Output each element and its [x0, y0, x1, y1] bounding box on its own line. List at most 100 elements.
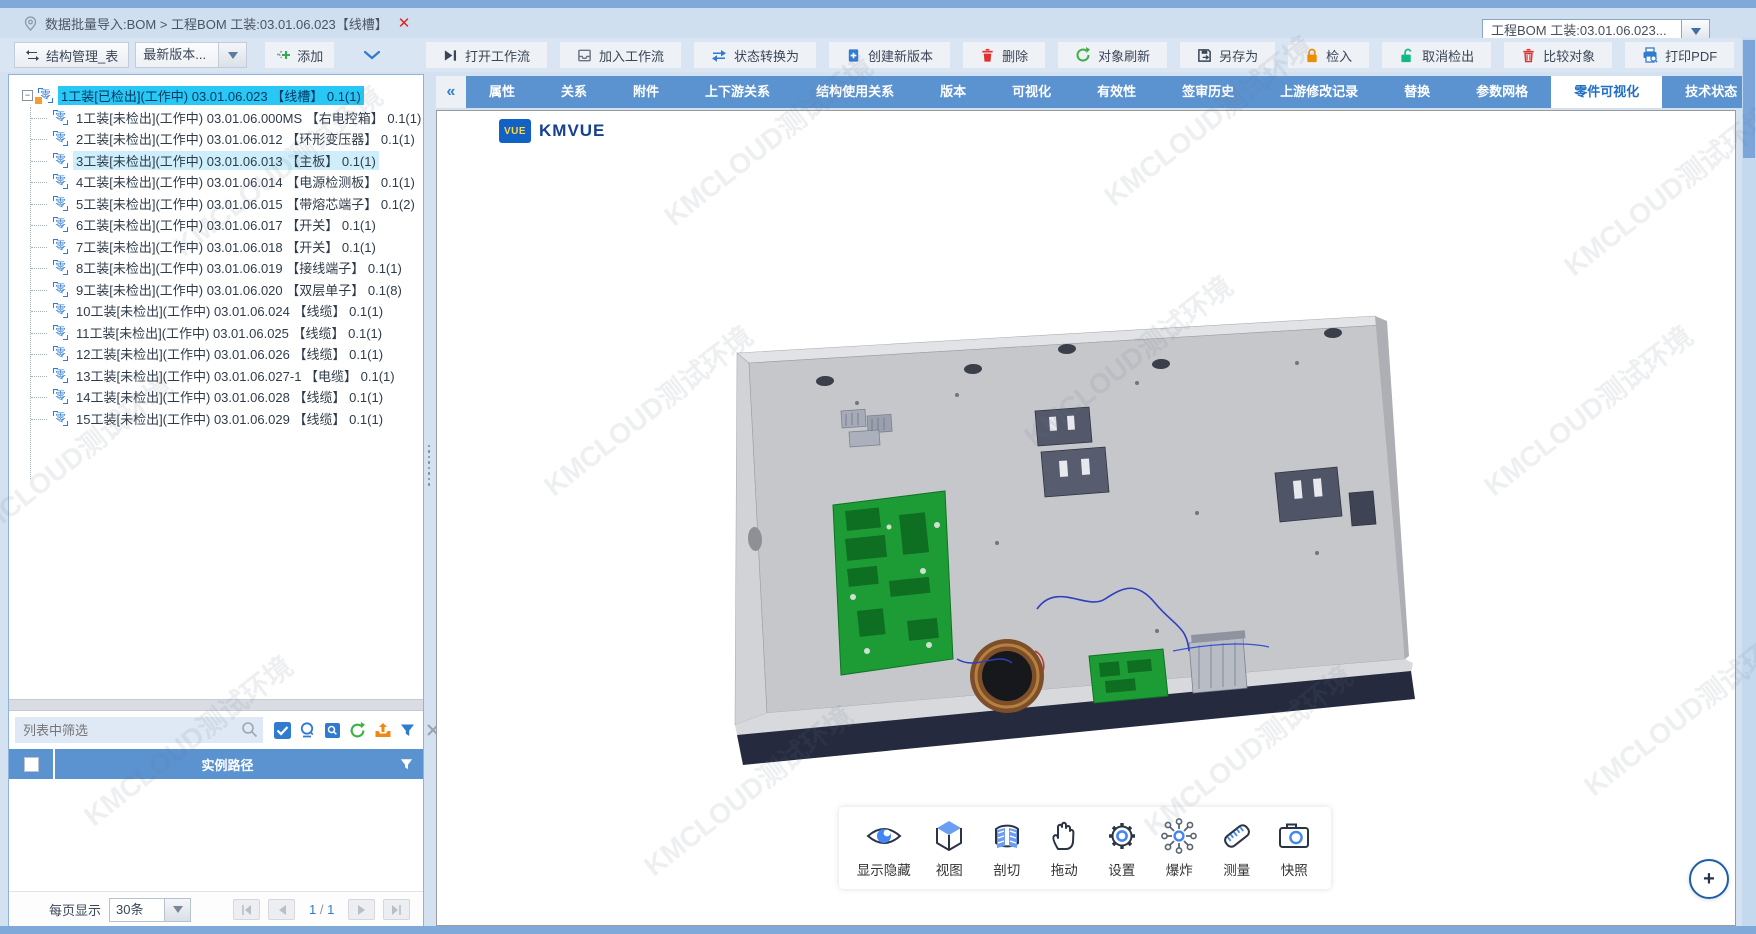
tree-row[interactable]: 零4工装[未检出](工作中) 03.01.06.014 【电源检测板】 0.1(… — [9, 171, 423, 193]
open-workflow-button[interactable]: 打开工作流 — [426, 42, 547, 68]
tree-row[interactable]: 零14工装[未检出](工作中) 03.01.06.028 【线缆】 0.1(1) — [9, 386, 423, 408]
show-hide-tool[interactable]: 显示隐藏 — [857, 817, 911, 879]
tab-versions[interactable]: 版本 — [917, 76, 989, 108]
per-page-select[interactable]: 30条 — [109, 898, 165, 922]
check-in-button[interactable]: 检入 — [1288, 42, 1369, 68]
compare-icon — [1521, 48, 1536, 63]
settings-tool[interactable]: 设置 — [1103, 817, 1141, 879]
3d-model-enclosure[interactable] — [437, 111, 1735, 925]
cancel-checkout-button[interactable]: 取消检出 — [1382, 42, 1491, 68]
tree-row[interactable]: 零6工装[未检出](工作中) 03.01.06.017 【开关】 0.1(1) — [9, 214, 423, 236]
detail-tab-bar: « 属性 关系 附件 上下游关系 结构使用关系 版本 可视化 有效性 签审历史 … — [436, 76, 1742, 108]
tree-row[interactable]: 零7工装[未检出](工作中) 03.01.06.018 【开关】 0.1(1) — [9, 236, 423, 258]
tree-row[interactable]: 零3工装[未检出](工作中) 03.01.06.013 【主板】 0.1(1) — [9, 150, 423, 172]
tree-row[interactable]: 零9工装[未检出](工作中) 03.01.06.020 【双层单子】 0.1(8… — [9, 279, 423, 301]
tree-row[interactable]: 零5工装[未检出](工作中) 03.01.06.015 【带熔芯端子】 0.1(… — [9, 193, 423, 215]
breadcrumb-close-icon[interactable]: ✕ — [398, 14, 411, 32]
tab-upstream-changes[interactable]: 上游修改记录 — [1257, 76, 1381, 108]
tree-expander-icon[interactable]: − — [22, 90, 33, 101]
tree-row[interactable]: 零8工装[未检出](工作中) 03.01.06.019 【接线端子】 0.1(1… — [9, 257, 423, 279]
per-page-label: 每页显示 — [49, 900, 101, 919]
part-icon: 零 — [53, 153, 68, 168]
search-list-icon[interactable] — [298, 721, 317, 740]
column-filter-icon[interactable] — [400, 758, 413, 771]
tab-attributes[interactable]: 属性 — [466, 76, 538, 108]
refresh-object-button[interactable]: 对象刷新 — [1058, 42, 1167, 68]
section-tool[interactable]: 剖切 — [988, 817, 1026, 879]
tab-structure-usage[interactable]: 结构使用关系 — [793, 76, 917, 108]
first-page-button[interactable] — [233, 899, 260, 920]
part-icon: 零 — [38, 88, 53, 103]
tree-row[interactable]: 零10工装[未检出](工作中) 03.01.06.024 【线缆】 0.1(1) — [9, 300, 423, 322]
print-pdf-icon — [1642, 47, 1658, 63]
tab-part-visualization[interactable]: 零件可视化 — [1551, 76, 1662, 108]
gear-icon — [1103, 817, 1141, 855]
zoom-in-button[interactable]: + — [1689, 859, 1729, 899]
print-pdf-button[interactable]: 打印PDF — [1625, 42, 1734, 68]
save-as-button[interactable]: 另存为 — [1180, 42, 1275, 68]
tab-effectivity[interactable]: 有效性 — [1074, 76, 1159, 108]
tab-replace[interactable]: 替换 — [1381, 76, 1453, 108]
panel-divider — [9, 699, 423, 711]
hand-icon — [1045, 817, 1083, 855]
per-page-dropdown-button[interactable] — [165, 898, 191, 922]
search-in-doc-icon[interactable] — [323, 721, 342, 740]
tree-row[interactable]: 零12工装[未检出](工作中) 03.01.06.026 【线缆】 0.1(1) — [9, 343, 423, 365]
tree-row[interactable]: 零1工装[未检出](工作中) 03.01.06.000MS 【右电控箱】 0.1… — [9, 107, 423, 129]
tab-attachments[interactable]: 附件 — [610, 76, 682, 108]
add-button[interactable]: 添加 — [265, 42, 334, 68]
view-tool[interactable]: 视图 — [930, 817, 968, 879]
part-icon: 零 — [53, 303, 68, 318]
prev-page-button[interactable] — [268, 899, 295, 920]
export-icon[interactable] — [373, 721, 392, 740]
tab-approval-history[interactable]: 签审历史 — [1159, 76, 1257, 108]
drag-tool[interactable]: 拖动 — [1045, 817, 1083, 879]
column-header-instance-path[interactable]: 实例路径 — [55, 755, 400, 774]
open-workflow-icon — [443, 48, 458, 63]
tab-relations[interactable]: 关系 — [538, 76, 610, 108]
scrollbar-thumb[interactable] — [1743, 40, 1755, 158]
join-workflow-button[interactable]: 加入工作流 — [560, 42, 681, 68]
cube-icon — [930, 817, 968, 855]
delete-button[interactable]: 删除 — [963, 42, 1045, 68]
main-toolbar: 打开工作流 加入工作流 状态转换为 创建新版本 删除 对象刷新 另存为 检入 — [426, 42, 1756, 68]
tree-row[interactable]: 零2工装[未检出](工作中) 03.01.06.012 【环形变压器】 0.1(… — [9, 128, 423, 150]
bom-tree: − 零 1工装[已检出](工作中) 03.01.06.023 【线槽】 0.1(… — [9, 75, 423, 699]
panel-toolbar: 结构管理_表 最新版本... 添加 — [0, 42, 426, 68]
camera-icon — [1275, 817, 1313, 855]
next-page-button[interactable] — [348, 899, 375, 920]
version-selector[interactable]: 最新版本... — [135, 42, 219, 68]
tab-up-downstream[interactable]: 上下游关系 — [682, 76, 793, 108]
tabs-collapse-icon[interactable]: « — [436, 83, 466, 101]
filter-icon[interactable] — [398, 721, 417, 740]
refresh-icon — [1075, 47, 1091, 63]
explode-tool[interactable]: 爆炸 — [1160, 817, 1198, 879]
lock-open-icon — [1399, 48, 1415, 63]
window-bottom-strip — [0, 926, 1756, 934]
part-icon: 零 — [53, 174, 68, 189]
tree-row[interactable]: 零13工装[未检出](工作中) 03.01.06.027-1 【电缆】 0.1(… — [9, 365, 423, 387]
compare-objects-button[interactable]: 比较对象 — [1504, 42, 1612, 68]
refresh-list-icon[interactable] — [348, 721, 367, 740]
result-table-header: 实例路径 — [9, 749, 423, 779]
structure-table-button[interactable]: 结构管理_表 — [14, 42, 129, 68]
eye-icon — [865, 817, 903, 855]
part-icon: 零 — [53, 260, 68, 275]
snapshot-tool[interactable]: 快照 — [1275, 817, 1313, 879]
create-new-version-button[interactable]: 创建新版本 — [829, 42, 950, 68]
panel-more-chevron-icon[interactable] — [364, 51, 380, 60]
status-transition-button[interactable]: 状态转换为 — [694, 42, 816, 68]
tab-parameter-grid[interactable]: 参数网格 — [1453, 76, 1551, 108]
version-dropdown-button[interactable] — [219, 42, 247, 68]
tree-row-root[interactable]: − 零 1工装[已检出](工作中) 03.01.06.023 【线槽】 0.1(… — [9, 85, 423, 107]
tree-row[interactable]: 零11工装[未检出](工作中) 03.01.06.025 【线缆】 0.1(1) — [9, 322, 423, 344]
vertical-scrollbar[interactable] — [1742, 38, 1756, 926]
measure-tool[interactable]: 测量 — [1218, 817, 1256, 879]
last-page-button[interactable] — [383, 899, 410, 920]
list-filter-input[interactable] — [15, 717, 263, 743]
select-all-checkbox[interactable] — [273, 721, 292, 740]
tree-row[interactable]: 零15工装[未检出](工作中) 03.01.06.029 【线缆】 0.1(1) — [9, 408, 423, 430]
tab-visualization[interactable]: 可视化 — [989, 76, 1074, 108]
header-checkbox[interactable] — [24, 757, 39, 772]
panel-splitter-handle[interactable] — [425, 430, 433, 500]
